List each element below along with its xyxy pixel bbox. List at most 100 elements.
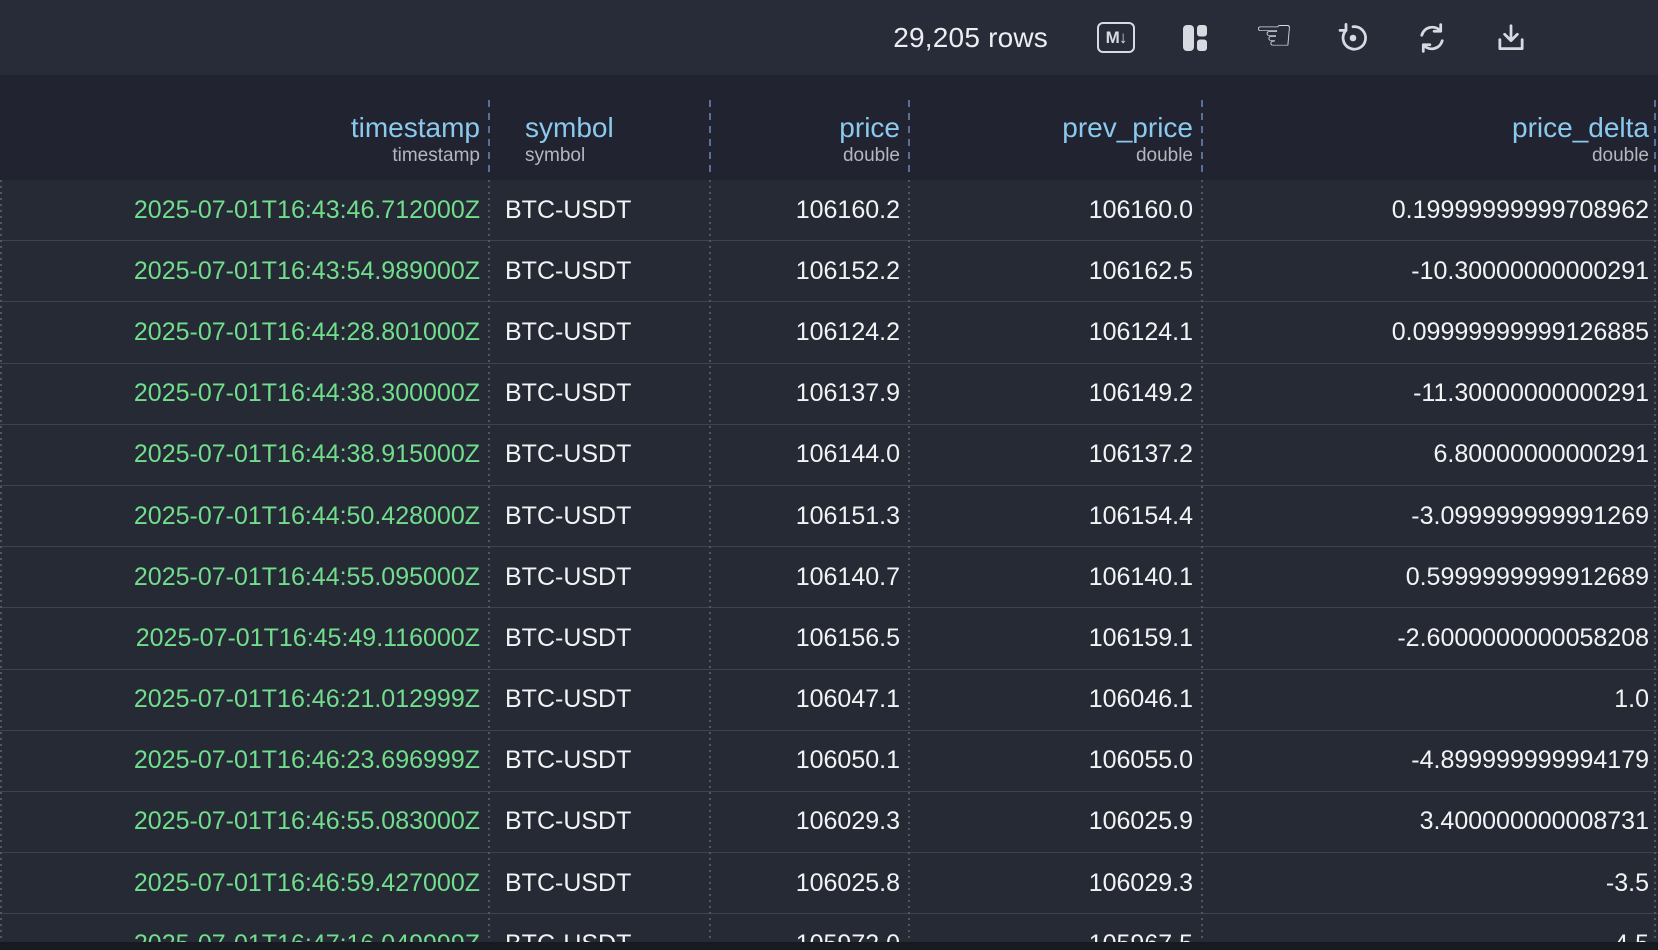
cell-prev_price: 106137.2: [909, 440, 1202, 469]
table-row[interactable]: 2025-07-01T16:45:49.116000ZBTC-USDT10615…: [0, 608, 1658, 669]
cell-price_delta: -3.5: [1202, 869, 1658, 898]
table-row[interactable]: 2025-07-01T16:44:55.095000ZBTC-USDT10614…: [0, 547, 1658, 608]
cell-timestamp: 2025-07-01T16:44:55.095000Z: [0, 563, 489, 592]
cell-timestamp: 2025-07-01T16:46:23.696999Z: [0, 746, 489, 775]
column-name: price: [839, 111, 900, 145]
column-type: double: [1136, 144, 1193, 168]
column-header-symbol[interactable]: symbolsymbol: [489, 75, 710, 180]
cell-price_delta: 0.09999999999126885: [1202, 318, 1658, 347]
cell-price: 106029.3: [710, 807, 909, 836]
cell-timestamp: 2025-07-01T16:44:38.300000Z: [0, 379, 489, 408]
cell-price: 106156.5: [710, 624, 909, 653]
history-button[interactable]: [1334, 19, 1372, 57]
cell-prev_price: 106162.5: [909, 257, 1202, 286]
column-resize-handle[interactable]: [908, 100, 910, 178]
body-column-separator: [908, 180, 910, 942]
cell-prev_price: 106149.2: [909, 379, 1202, 408]
body-column-separator: [1654, 180, 1656, 942]
toolbar: 29,205 rows M↓ ☜: [0, 0, 1658, 75]
column-resize-handle[interactable]: [709, 100, 711, 178]
cell-price_delta: 6.80000000000291: [1202, 440, 1658, 469]
cell-prev_price: 106025.9: [909, 807, 1202, 836]
column-type: timestamp: [392, 144, 480, 168]
markdown-export-icon: M↓: [1097, 22, 1135, 53]
table-row[interactable]: 2025-07-01T16:43:46.712000ZBTC-USDT10616…: [0, 180, 1658, 241]
layout-columns-icon: [1179, 22, 1211, 54]
cell-symbol: BTC-USDT: [489, 746, 710, 775]
cell-prev_price: 106029.3: [909, 869, 1202, 898]
body-column-separator: [0, 180, 2, 942]
cell-price: 106047.1: [710, 685, 909, 714]
cell-price: 106140.7: [710, 563, 909, 592]
column-type: symbol: [525, 144, 585, 168]
cell-prev_price: 106046.1: [909, 685, 1202, 714]
cell-prev_price: 106159.1: [909, 624, 1202, 653]
cell-price: 106144.0: [710, 440, 909, 469]
cell-prev_price: 106055.0: [909, 746, 1202, 775]
table-header: timestamptimestampsymbolsymbolpricedoubl…: [0, 75, 1658, 180]
cell-symbol: BTC-USDT: [489, 807, 710, 836]
column-type: double: [1592, 144, 1649, 168]
table-row[interactable]: 2025-07-01T16:44:38.300000ZBTC-USDT10613…: [0, 364, 1658, 425]
cell-price_delta: -11.30000000000291: [1202, 379, 1658, 408]
table-row[interactable]: 2025-07-01T16:44:28.801000ZBTC-USDT10612…: [0, 302, 1658, 363]
cell-price_delta: -4.899999999994179: [1202, 746, 1658, 775]
column-header-price[interactable]: pricedouble: [710, 75, 909, 180]
column-resize-handle[interactable]: [488, 100, 490, 178]
download-icon: [1494, 21, 1528, 55]
cell-timestamp: 2025-07-01T16:43:54.989000Z: [0, 257, 489, 286]
cell-timestamp: 2025-07-01T16:46:59.427000Z: [0, 869, 489, 898]
column-header-prev_price[interactable]: prev_pricedouble: [909, 75, 1202, 180]
refresh-button[interactable]: [1413, 19, 1451, 57]
body-column-separator: [488, 180, 490, 942]
table-row[interactable]: 2025-07-01T16:44:38.915000ZBTC-USDT10614…: [0, 425, 1658, 486]
download-button[interactable]: [1492, 19, 1530, 57]
cell-symbol: BTC-USDT: [489, 257, 710, 286]
table-row[interactable]: 2025-07-01T16:46:59.427000ZBTC-USDT10602…: [0, 853, 1658, 914]
cell-timestamp: 2025-07-01T16:44:38.915000Z: [0, 440, 489, 469]
table-row[interactable]: 2025-07-01T16:44:50.428000ZBTC-USDT10615…: [0, 486, 1658, 547]
cell-symbol: BTC-USDT: [489, 440, 710, 469]
cell-price: 106025.8: [710, 869, 909, 898]
cell-price_delta: -10.30000000000291: [1202, 257, 1658, 286]
pointer-hand-button[interactable]: ☜: [1255, 19, 1293, 57]
cell-prev_price: 106160.0: [909, 196, 1202, 225]
bottom-edge-strip: [0, 942, 1658, 950]
table-row[interactable]: 2025-07-01T16:43:54.989000ZBTC-USDT10615…: [0, 241, 1658, 302]
table-row[interactable]: 2025-07-01T16:46:21.012999ZBTC-USDT10604…: [0, 670, 1658, 731]
body-column-separator: [1201, 180, 1203, 942]
cell-price_delta: -3.099999999991269: [1202, 502, 1658, 531]
cell-price: 106152.2: [710, 257, 909, 286]
cell-symbol: BTC-USDT: [489, 685, 710, 714]
body-column-separator: [709, 180, 711, 942]
table-row[interactable]: 2025-07-01T16:46:55.083000ZBTC-USDT10602…: [0, 792, 1658, 853]
cell-symbol: BTC-USDT: [489, 563, 710, 592]
cell-price_delta: 0.5999999999912689: [1202, 563, 1658, 592]
cell-timestamp: 2025-07-01T16:45:49.116000Z: [0, 624, 489, 653]
cell-price: 106124.2: [710, 318, 909, 347]
column-type: double: [843, 144, 900, 168]
column-header-timestamp[interactable]: timestamptimestamp: [0, 75, 489, 180]
cell-price_delta: -2.6000000000058208: [1202, 624, 1658, 653]
table-row[interactable]: 2025-07-01T16:46:23.696999ZBTC-USDT 10605…: [0, 731, 1658, 792]
cell-price: 106160.2: [710, 196, 909, 225]
column-name: price_delta: [1512, 111, 1649, 145]
cell-timestamp: 2025-07-01T16:46:21.012999Z: [0, 685, 489, 714]
column-header-price_delta[interactable]: price_deltadouble: [1202, 75, 1658, 180]
markdown-export-button[interactable]: M↓: [1097, 19, 1135, 57]
column-name: symbol: [525, 111, 614, 145]
cell-symbol: BTC-USDT: [489, 624, 710, 653]
cell-price_delta: 1.0: [1202, 685, 1658, 714]
column-name: timestamp: [351, 111, 480, 145]
cell-timestamp: 2025-07-01T16:46:55.083000Z: [0, 807, 489, 836]
column-name: prev_price: [1062, 111, 1193, 145]
cell-prev_price: 106154.4: [909, 502, 1202, 531]
column-resize-handle[interactable]: [1201, 100, 1203, 178]
history-icon: [1336, 21, 1370, 55]
column-resize-handle[interactable]: [1654, 100, 1656, 178]
cell-prev_price: 106140.1: [909, 563, 1202, 592]
layout-columns-button[interactable]: [1176, 19, 1214, 57]
cell-symbol: BTC-USDT: [489, 869, 710, 898]
cell-price_delta: 3.400000000008731: [1202, 807, 1658, 836]
cell-symbol: BTC-USDT: [489, 502, 710, 531]
